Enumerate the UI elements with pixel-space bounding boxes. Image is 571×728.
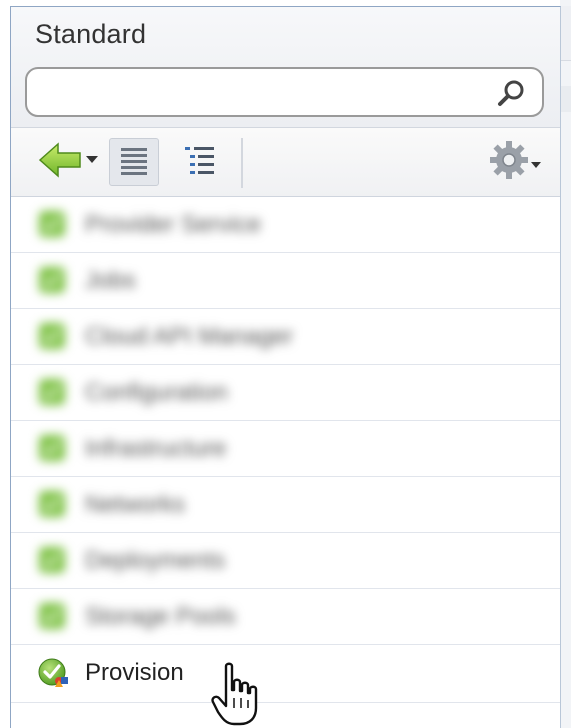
tree-view-icon	[182, 143, 218, 182]
list-view-icon	[117, 143, 151, 182]
provision-check-icon	[37, 657, 68, 687]
list-item[interactable]: Networks	[11, 477, 560, 533]
green-check-icon	[37, 489, 67, 519]
green-check-icon	[37, 433, 67, 463]
settings-menu-button[interactable]	[486, 138, 546, 186]
list-item[interactable]: Infrastructure	[11, 421, 560, 477]
list-item-label: Provider Service	[85, 211, 262, 238]
list-item-label: Networks	[85, 491, 186, 518]
list-item[interactable]: Deployments	[11, 533, 560, 589]
green-check-icon	[37, 321, 67, 351]
list-item[interactable]: Configuration	[11, 365, 560, 421]
green-check-icon	[37, 265, 67, 295]
tree-view-button[interactable]	[177, 138, 223, 186]
panel-header: Standard	[11, 7, 560, 128]
list-item-label: Storage Pools	[85, 603, 236, 630]
panel-title: Standard	[35, 19, 147, 49]
navigation-list: Provider Service Jobs Cloud API Manager Con…	[11, 197, 560, 703]
list-item[interactable]: Provision	[11, 645, 560, 703]
green-check-icon	[37, 377, 67, 407]
search-input[interactable]	[41, 77, 485, 109]
back-arrow-icon	[36, 140, 102, 185]
list-item[interactable]: Storage Pools	[11, 589, 560, 645]
green-check-icon	[37, 545, 67, 575]
screenshot-frame: Standard Provider Service Jobs Cloud API…	[0, 0, 571, 728]
list-item-label: Cloud API Manager	[85, 323, 294, 350]
adjacent-panel-field	[560, 86, 571, 112]
green-check-icon	[37, 601, 67, 631]
list-item-label: Jobs	[85, 267, 136, 294]
back-button[interactable]	[35, 138, 103, 186]
adjacent-panel-edge	[560, 0, 571, 728]
list-item-label: Configuration	[85, 379, 228, 406]
green-check-icon	[37, 209, 67, 239]
list-item-label: Infrastructure	[85, 435, 227, 462]
list-view-button[interactable]	[109, 138, 159, 186]
search-box[interactable]	[25, 67, 544, 117]
search-icon[interactable]	[496, 77, 528, 109]
panel-toolbar	[11, 128, 560, 197]
list-item-label: Deployments	[85, 547, 226, 574]
gear-icon	[487, 138, 545, 187]
list-item-label: Provision	[85, 659, 184, 686]
toolbar-separator	[241, 138, 243, 188]
list-item[interactable]: Jobs	[11, 253, 560, 309]
navigation-panel: Standard Provider Service Jobs Cloud API…	[10, 6, 561, 728]
list-item[interactable]: Provider Service	[11, 197, 560, 253]
hand-pointer-icon	[210, 662, 264, 728]
list-item[interactable]: Cloud API Manager	[11, 309, 560, 365]
adjacent-panel-header	[560, 6, 571, 61]
